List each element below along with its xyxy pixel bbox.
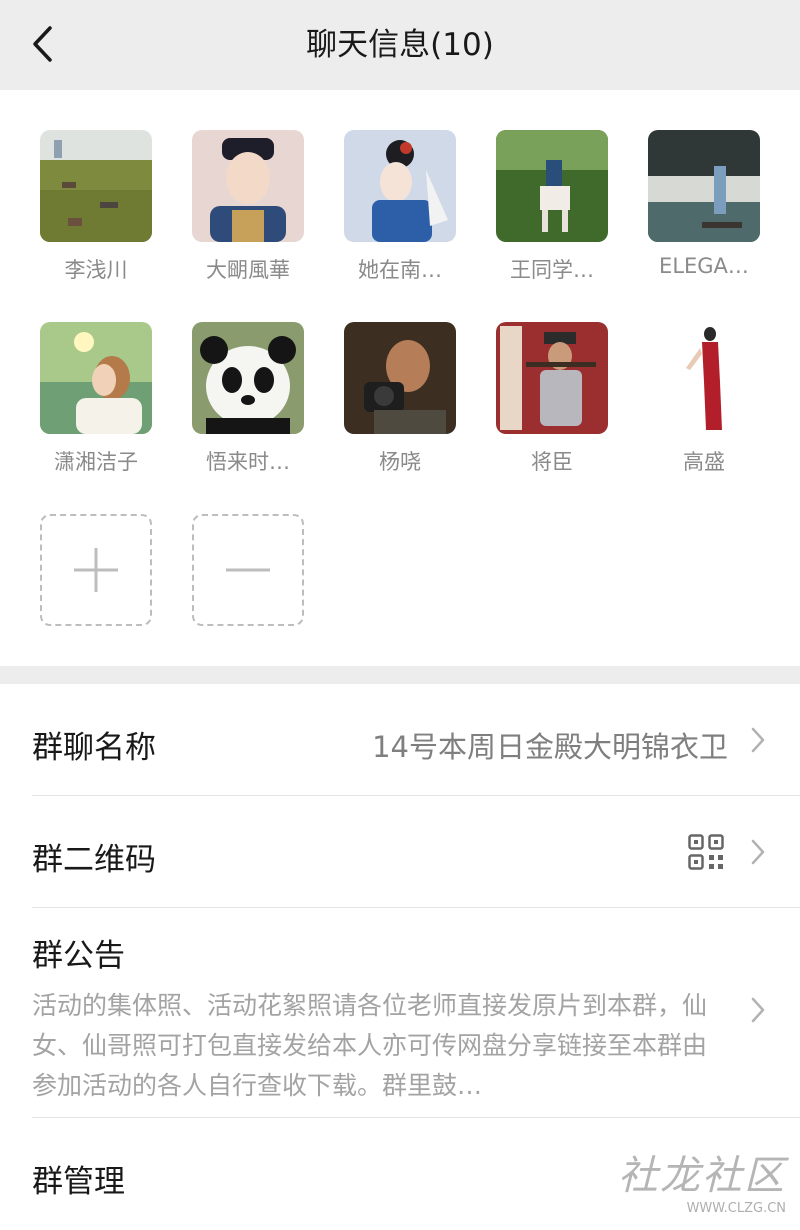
member-grid: 李浅川 大朙風華 她在南… 王同学… ELEGA… 潇湘洁子 悟来时… 杨哓 将… bbox=[0, 90, 800, 666]
member-item[interactable]: 杨哓 bbox=[340, 322, 460, 482]
member-avatar bbox=[648, 322, 760, 434]
plus-icon bbox=[74, 548, 118, 592]
watermark-url: WWW.CLZG.CN bbox=[686, 1201, 786, 1216]
add-member-button[interactable] bbox=[40, 514, 152, 626]
member-item[interactable]: 高盛 bbox=[644, 322, 764, 482]
member-name: 李浅川 bbox=[64, 258, 128, 282]
minus-icon bbox=[226, 568, 270, 572]
watermark-logo: 社龙社区 bbox=[618, 1153, 786, 1199]
group-notice-row[interactable]: 群公告 活动的集体照、活动花絮照请各位老师直接发原片到本群，仙女、仙哥照可打包直… bbox=[0, 908, 800, 1118]
member-avatar bbox=[496, 130, 608, 242]
qr-code-row[interactable]: 群二维码 bbox=[0, 796, 800, 908]
qr-code-icon bbox=[688, 834, 724, 870]
member-item[interactable]: ELEGA… bbox=[644, 130, 764, 290]
member-name: 悟来时… bbox=[206, 450, 290, 474]
chevron-right-icon bbox=[751, 839, 765, 865]
member-avatar bbox=[40, 130, 152, 242]
member-name: 她在南… bbox=[358, 258, 442, 282]
chevron-right-icon bbox=[751, 727, 765, 753]
page-title: 聊天信息(10) bbox=[306, 27, 494, 63]
member-name: 潇湘洁子 bbox=[54, 450, 138, 474]
member-item[interactable]: 潇湘洁子 bbox=[36, 322, 156, 482]
member-item[interactable]: 悟来时… bbox=[188, 322, 308, 482]
group-notice-text: 活动的集体照、活动花絮照请各位老师直接发原片到本群，仙女、仙哥照可打包直接发给本… bbox=[32, 991, 708, 1100]
member-avatar bbox=[496, 322, 608, 434]
member-name: 王同学… bbox=[510, 258, 594, 282]
member-name: 高盛 bbox=[683, 450, 725, 474]
group-manage-label: 群管理 bbox=[32, 1164, 125, 1200]
group-name-row[interactable]: 群聊名称 14号本周日金殿大明锦衣卫 bbox=[0, 684, 800, 796]
member-avatar bbox=[192, 130, 304, 242]
member-item[interactable]: 王同学… bbox=[492, 130, 612, 290]
member-name: 将臣 bbox=[531, 450, 573, 474]
group-notice-label: 群公告 bbox=[32, 938, 125, 974]
member-avatar bbox=[344, 130, 456, 242]
member-name: 大朙風華 bbox=[206, 258, 290, 282]
nav-bar: 聊天信息(10) bbox=[0, 0, 800, 90]
member-item[interactable]: 大朙風華 bbox=[188, 130, 308, 290]
group-name-value: 14号本周日金殿大明锦衣卫 bbox=[372, 730, 728, 764]
member-avatar bbox=[192, 322, 304, 434]
member-avatar bbox=[40, 322, 152, 434]
member-item[interactable]: 李浅川 bbox=[36, 130, 156, 290]
chevron-right-icon bbox=[751, 997, 765, 1023]
group-name-label: 群聊名称 bbox=[32, 730, 156, 766]
watermark: 社龙社区 WWW.CLZG.CN bbox=[618, 1143, 786, 1216]
member-name: ELEGA… bbox=[659, 254, 749, 278]
member-item[interactable]: 将臣 bbox=[492, 322, 612, 482]
member-item[interactable]: 她在南… bbox=[340, 130, 460, 290]
member-name: 杨哓 bbox=[379, 450, 421, 474]
member-avatar bbox=[648, 130, 760, 242]
remove-member-button[interactable] bbox=[192, 514, 304, 626]
qr-code-label: 群二维码 bbox=[32, 842, 156, 878]
member-avatar bbox=[344, 322, 456, 434]
